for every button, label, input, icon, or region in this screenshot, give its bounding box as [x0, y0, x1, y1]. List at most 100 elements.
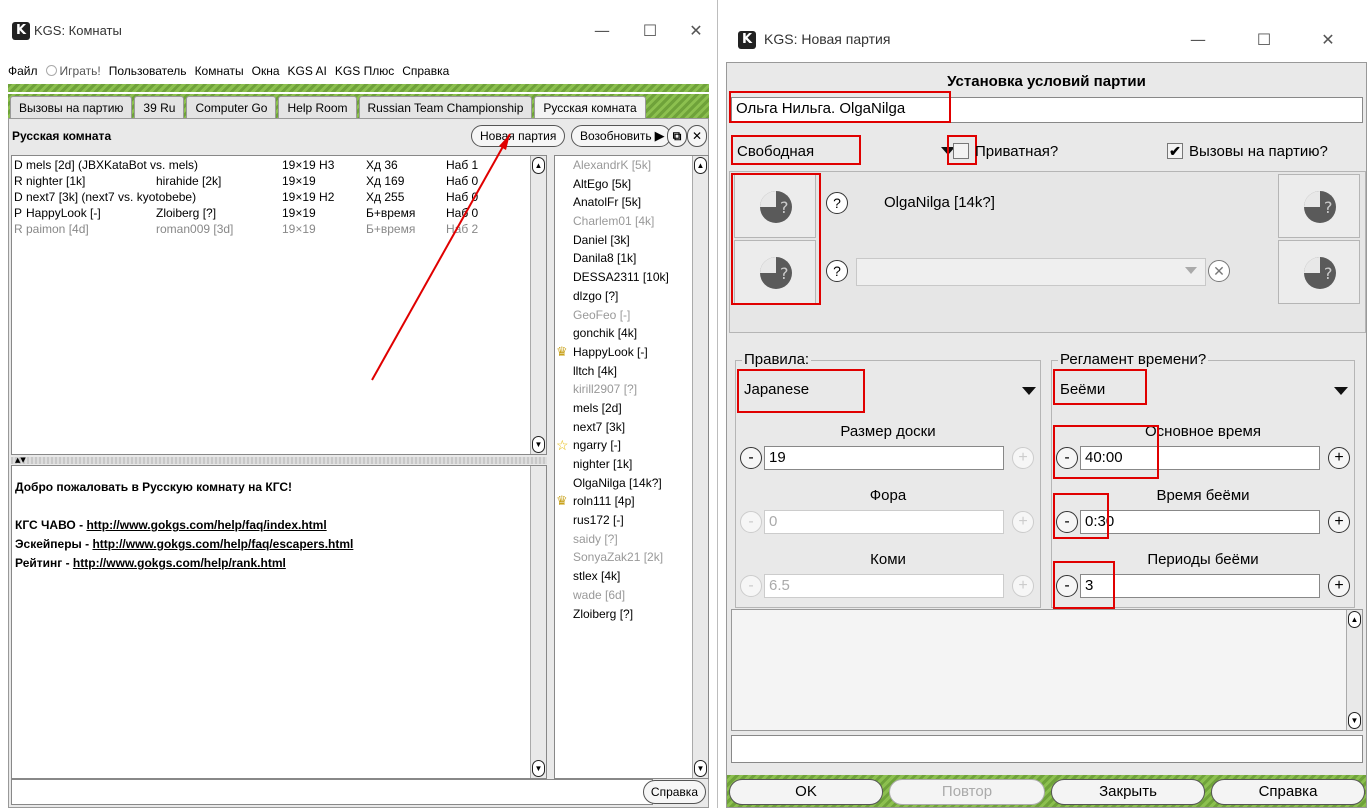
byoyomi-time-minus[interactable]: - — [1056, 511, 1078, 533]
list-item[interactable]: dlzgo [?] — [573, 287, 669, 306]
tab-help-room[interactable]: Help Room — [278, 96, 357, 118]
handicap-plus[interactable]: + — [1012, 511, 1034, 533]
tab-russian-team-championship[interactable]: Russian Team Championship — [358, 96, 533, 118]
menu-file[interactable]: Файл — [8, 64, 38, 78]
scroll-up-icon[interactable]: ▲ — [1348, 611, 1361, 628]
close-icon[interactable]: ✕ — [1314, 27, 1342, 53]
board-size-plus[interactable]: + — [1012, 447, 1034, 469]
repeat-button[interactable]: Повтор — [889, 779, 1045, 805]
byoyomi-periods-input[interactable]: 3 — [1080, 574, 1320, 598]
list-item[interactable]: saidy [?] — [573, 530, 669, 549]
opponent-slot-bottom[interactable]: ? — [1278, 240, 1360, 304]
game-type-select[interactable]: Свободная — [733, 141, 955, 165]
handicap-minus[interactable]: - — [740, 511, 762, 533]
private-checkbox[interactable] — [953, 143, 969, 159]
menu-kgs-ai[interactable]: KGS AI — [288, 64, 327, 78]
maximize-icon[interactable]: ☐ — [1250, 27, 1278, 53]
menu-windows[interactable]: Окна — [252, 64, 280, 78]
list-item[interactable]: next7 [3k] — [573, 418, 669, 437]
player-info-icon[interactable]: ? — [826, 192, 848, 214]
close-button[interactable]: Закрыть — [1051, 779, 1205, 805]
opponent-select[interactable] — [856, 258, 1206, 286]
scroll-down-icon[interactable]: ▼ — [694, 760, 707, 777]
list-item[interactable]: ☆ ngarry [-] — [556, 436, 669, 455]
list-item[interactable]: rus172 [-] — [573, 511, 669, 530]
list-item[interactable]: OlgaNilga [14k?] — [573, 474, 669, 493]
users-scrollbar[interactable]: ▲ ▼ — [692, 156, 708, 778]
list-item[interactable]: stlex [4k] — [573, 567, 669, 586]
splitter-handle[interactable]: ▲▼ — [11, 457, 547, 464]
minimize-icon[interactable]: — — [588, 18, 616, 44]
list-item[interactable]: AnatolFr [5k] — [573, 193, 669, 212]
list-item[interactable]: SonyaZak21 [2k] — [573, 548, 669, 567]
byoyomi-time-plus[interactable]: + — [1328, 511, 1350, 533]
list-item[interactable]: mels [2d] — [573, 399, 669, 418]
tab-challenges[interactable]: Вызовы на партию — [10, 96, 133, 118]
list-item[interactable]: wade [6d] — [573, 586, 669, 605]
main-time-input[interactable]: 40:00 — [1080, 446, 1320, 470]
notes-scrollbar[interactable]: ▲ ▼ — [1346, 610, 1362, 730]
menu-play[interactable]: Играть! — [45, 64, 101, 78]
escapers-link[interactable]: http://www.gokgs.com/help/faq/escapers.h… — [92, 537, 353, 551]
byoyomi-time-input[interactable]: 0:30 — [1080, 510, 1320, 534]
list-item[interactable]: Danila8 [1k] — [573, 249, 669, 268]
white-player-slot[interactable]: ? — [734, 174, 816, 238]
main-time-minus[interactable]: - — [1056, 447, 1078, 469]
list-item[interactable]: gonchik [4k] — [573, 324, 669, 343]
notes-area[interactable]: ▲ ▼ — [731, 609, 1363, 731]
black-player-slot[interactable]: ? — [734, 240, 816, 304]
board-size-input[interactable]: 19 — [764, 446, 1004, 470]
list-item[interactable]: Charlem01 [4k] — [573, 212, 669, 231]
scroll-down-icon[interactable]: ▼ — [532, 760, 545, 777]
list-item[interactable]: nighter [1k] — [573, 455, 669, 474]
tab-russian-room[interactable]: Русская комната — [534, 96, 646, 118]
remove-opponent-icon[interactable]: ✕ — [1208, 260, 1230, 282]
list-item[interactable]: lltch [4k] — [573, 362, 669, 381]
maximize-icon[interactable]: ☐ — [636, 18, 664, 44]
game-name-input[interactable]: Ольга Нильга. OlgaNilga — [731, 97, 1363, 123]
rules-select[interactable]: Japanese — [740, 375, 1036, 403]
challenges-checkbox[interactable]: ✔ — [1167, 143, 1183, 159]
tab-39ru[interactable]: 39 Ru — [134, 96, 185, 118]
time-system-select[interactable]: Беёми — [1056, 375, 1348, 403]
scroll-down-icon[interactable]: ▼ — [1348, 712, 1361, 729]
tab-computer-go[interactable]: Computer Go — [186, 96, 277, 118]
menu-kgs-plus[interactable]: KGS Плюс — [335, 64, 394, 78]
close-room-icon[interactable]: ✕ — [687, 125, 707, 147]
opponent-info-icon[interactable]: ? — [826, 260, 848, 282]
list-item[interactable]: GeoFeo [-] — [573, 306, 669, 325]
scroll-up-icon[interactable]: ▲ — [694, 157, 707, 174]
room-help-button[interactable]: Справка — [642, 780, 706, 804]
ok-button[interactable]: OK — [729, 779, 883, 805]
handicap-input[interactable]: 0 — [764, 510, 1004, 534]
minimize-icon[interactable]: — — [1184, 27, 1212, 53]
main-time-plus[interactable]: + — [1328, 447, 1350, 469]
list-item[interactable]: ♛ HappyLook [-] — [556, 343, 669, 362]
comment-input[interactable] — [731, 735, 1363, 763]
list-item[interactable]: ♛ roln111 [4p] — [556, 492, 669, 511]
scroll-up-icon[interactable]: ▲ — [532, 157, 545, 174]
komi-plus[interactable]: + — [1012, 575, 1034, 597]
list-item[interactable]: AlexandrK [5k] — [573, 156, 669, 175]
menu-rooms[interactable]: Комнаты — [195, 64, 244, 78]
close-icon[interactable]: ✕ — [682, 18, 710, 44]
rank-link[interactable]: http://www.gokgs.com/help/rank.html — [73, 556, 286, 570]
faq-link[interactable]: http://www.gokgs.com/help/faq/index.html — [86, 518, 326, 532]
list-item[interactable]: DESSA2311 [10k] — [573, 268, 669, 287]
welcome-scrollbar[interactable]: ▼ — [530, 466, 546, 778]
help-button[interactable]: Справка — [1211, 779, 1365, 805]
resume-button[interactable]: Возобновить ▶ — [571, 125, 671, 147]
list-item[interactable]: Zloiberg [?] — [573, 605, 669, 624]
list-item[interactable]: Daniel [3k] — [573, 231, 669, 250]
menu-user[interactable]: Пользователь — [109, 64, 187, 78]
undock-icon[interactable]: ⧉ — [667, 125, 687, 147]
opponent-slot-top[interactable]: ? — [1278, 174, 1360, 238]
komi-input[interactable]: 6.5 — [764, 574, 1004, 598]
games-scrollbar[interactable]: ▲ ▼ — [530, 156, 546, 454]
komi-minus[interactable]: - — [740, 575, 762, 597]
menu-help[interactable]: Справка — [402, 64, 449, 78]
byoyomi-periods-plus[interactable]: + — [1328, 575, 1350, 597]
chat-input[interactable] — [11, 779, 653, 805]
scroll-down-icon[interactable]: ▼ — [532, 436, 545, 453]
byoyomi-periods-minus[interactable]: - — [1056, 575, 1078, 597]
